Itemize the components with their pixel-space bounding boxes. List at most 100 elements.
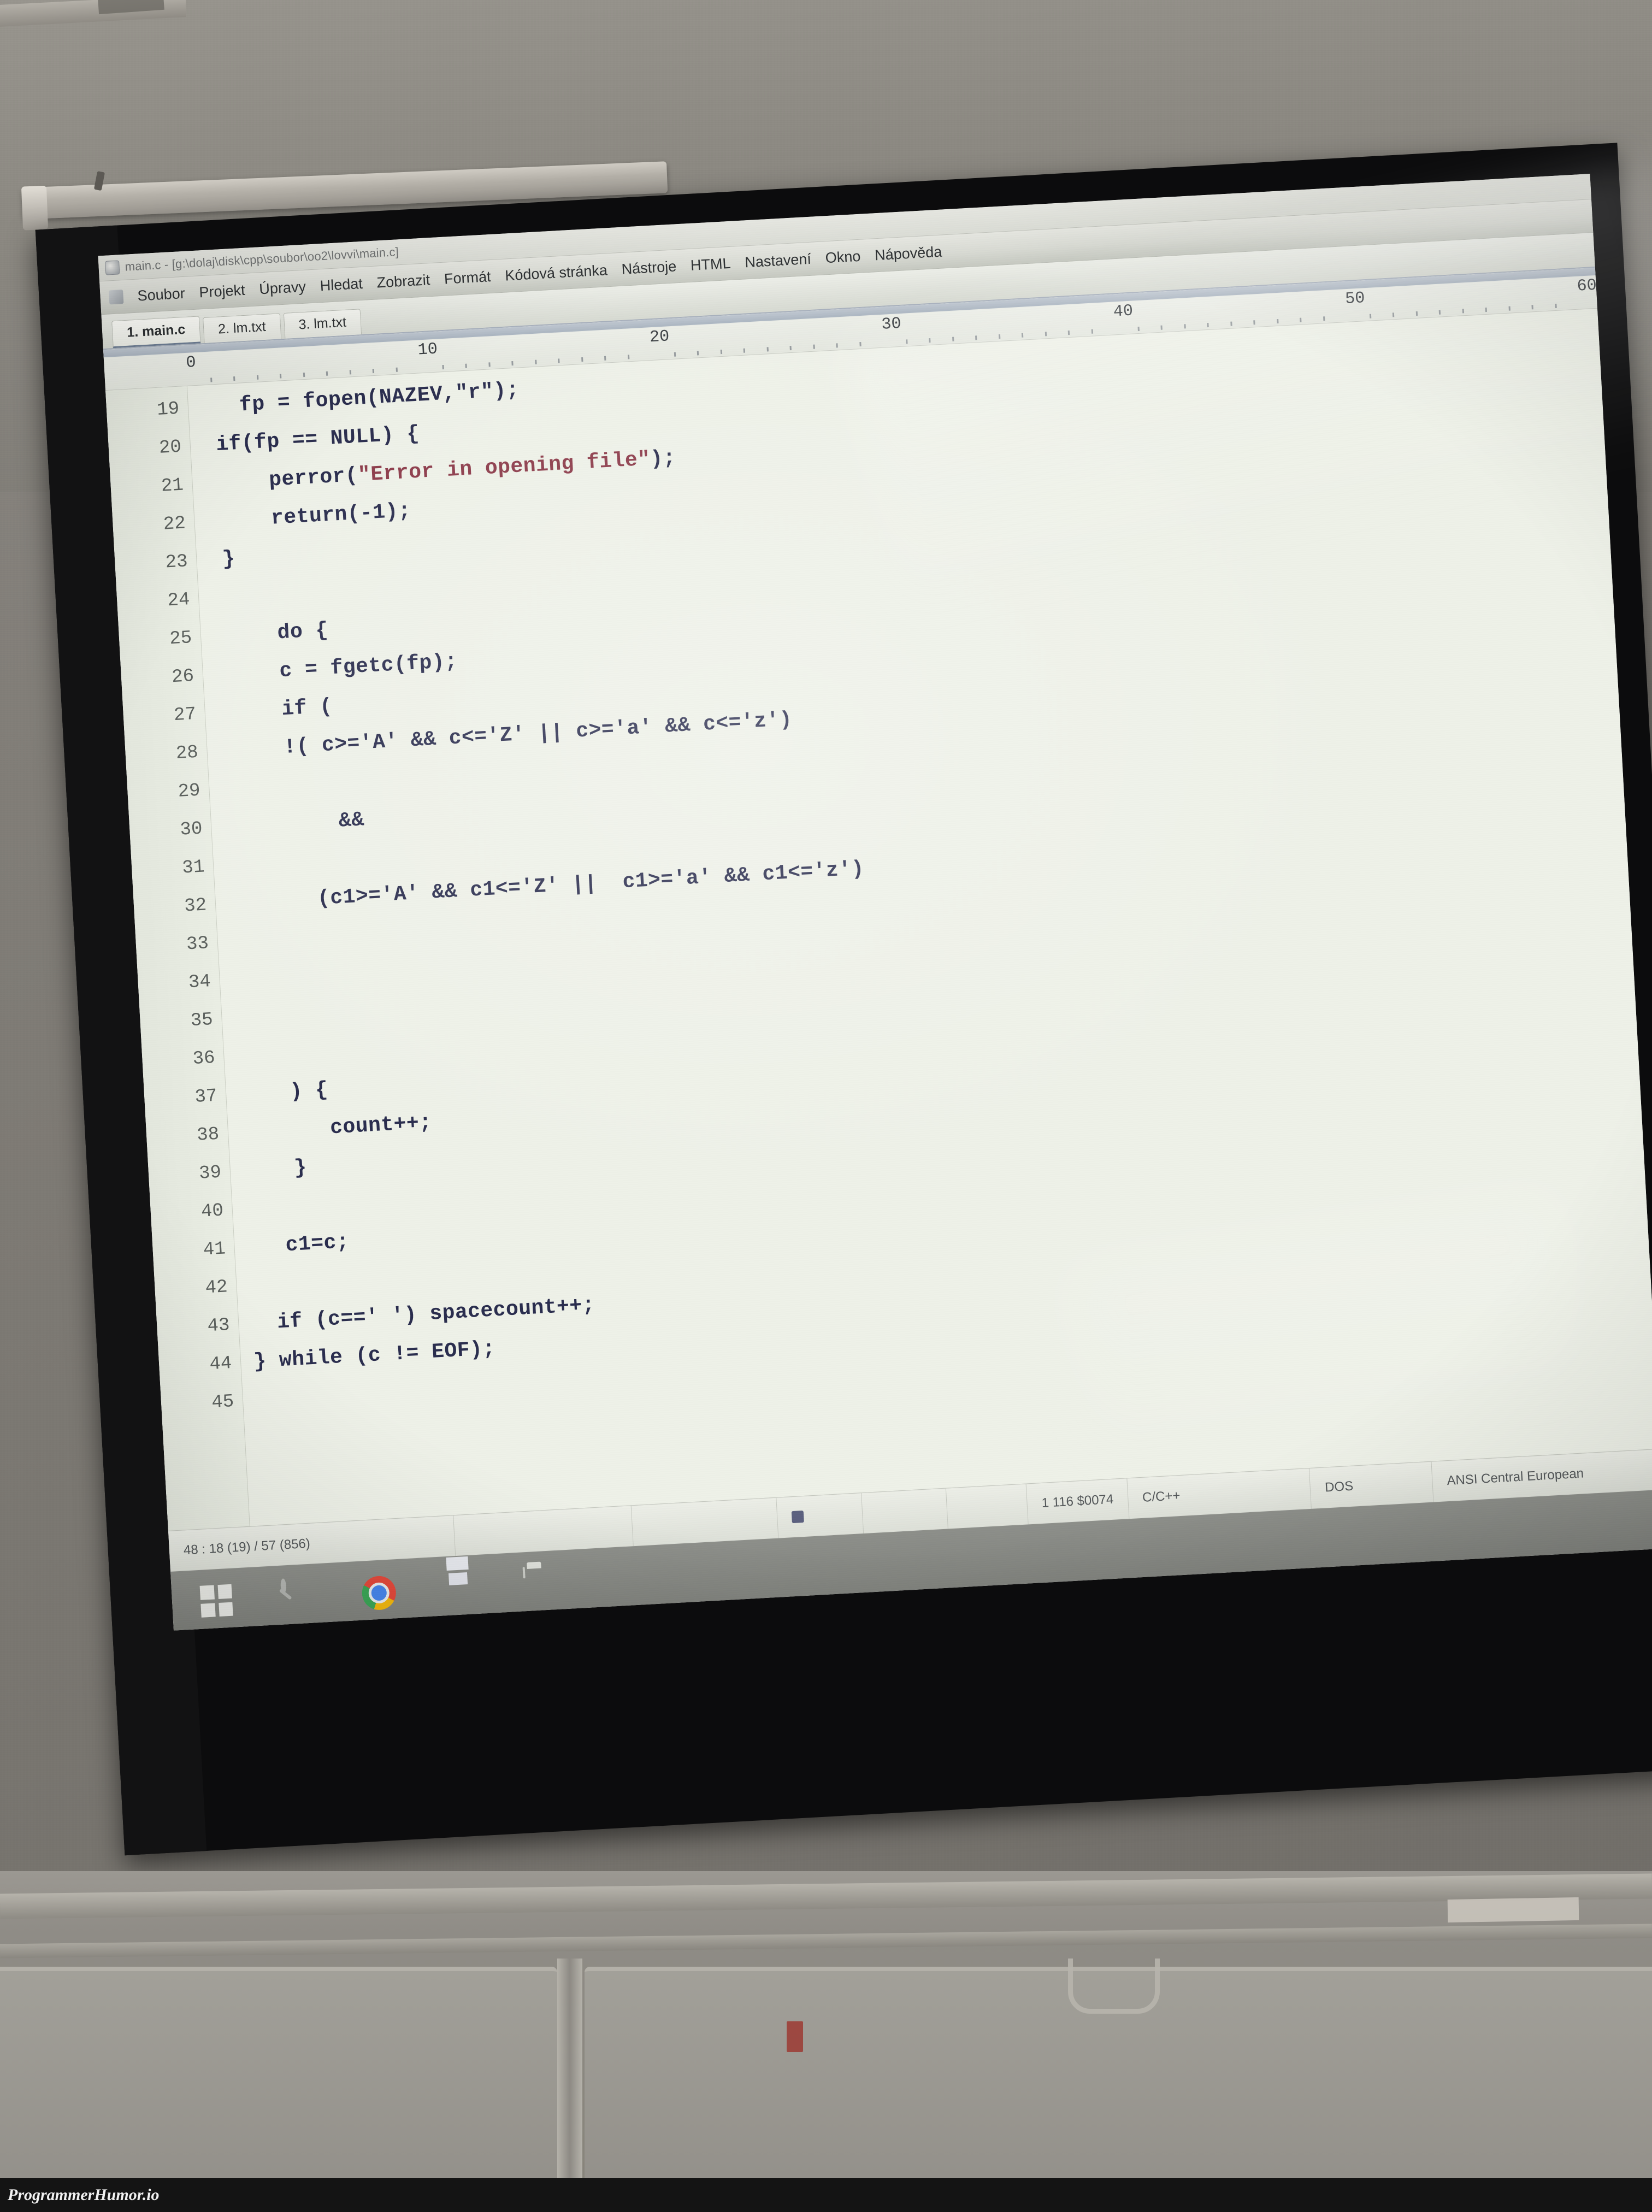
line-number: 21 [161, 475, 184, 497]
line-number: 39 [198, 1162, 222, 1184]
ruler-tick-mark [952, 337, 954, 341]
ruler-tick-mark [1392, 312, 1395, 317]
start-button[interactable] [199, 1584, 235, 1620]
windows-logo-icon [199, 1584, 233, 1618]
menu-item-zobrazit[interactable]: Zobrazit [376, 272, 430, 291]
ruler-tick-mark [975, 335, 977, 340]
menu-item-upravy[interactable]: Úpravy [259, 278, 306, 298]
code-text-area[interactable]: fp = fopen(NAZEV,"r"); if(fp == NULL) { … [187, 309, 1652, 1526]
menu-item-okno[interactable]: Okno [825, 247, 861, 267]
ruler-tick-mark [256, 375, 258, 380]
ruler-tick-mark [210, 377, 213, 382]
red-marker-tag [787, 2021, 803, 2052]
ruler-tick-mark [1021, 333, 1024, 338]
app-menu-icon[interactable] [109, 290, 124, 305]
line-number: 26 [171, 666, 195, 688]
ruler-tick-mark [1485, 307, 1487, 312]
ruler-tick-labels: 0 10 20 30 40 50 60 [186, 276, 1597, 386]
ruler-tick-mark [465, 363, 467, 368]
ruler-tick-mark [279, 374, 282, 379]
search-button[interactable] [280, 1578, 316, 1615]
modified-icon [792, 1510, 805, 1524]
ruler-tick-30: 30 [881, 314, 902, 334]
photograph-of-projector-screen: main.c - [g:\dolaj\disk\cpp\soubor\oo2\l… [0, 0, 1652, 2212]
ruler-tick-mark [697, 351, 699, 356]
ruler-tick-mark [511, 361, 514, 366]
projected-desktop: main.c - [g:\dolaj\disk\cpp\soubor\oo2\l… [98, 174, 1652, 1631]
menu-item-napoveda[interactable]: Nápověda [874, 243, 942, 264]
shield-icon [604, 1570, 638, 1582]
ruler-tick-mark [488, 362, 491, 367]
ruler-tick-60: 60 [1576, 276, 1597, 296]
ruler-tick-mark [233, 376, 235, 381]
line-number: 19 [156, 398, 180, 421]
line-number: 38 [196, 1124, 220, 1146]
line-number: 32 [184, 895, 208, 917]
ruler-tick-mark [1462, 309, 1464, 314]
line-number: 20 [158, 436, 182, 459]
ruler-tick-mark [812, 344, 815, 349]
ruler-tick-mark [1369, 314, 1371, 318]
tab-lm-txt-2[interactable]: 2. lm.txt [203, 313, 281, 344]
ruler-tick-mark [326, 371, 328, 376]
status-slot-c [861, 1488, 949, 1533]
ruler-tick-mark [1508, 306, 1511, 311]
menu-item-kodova-stranka[interactable]: Kódová stránka [505, 262, 608, 284]
line-number: 27 [173, 704, 197, 727]
tab-lm-txt-3[interactable]: 3. lm.txt [283, 309, 362, 339]
ruler-tick-40: 40 [1113, 302, 1134, 322]
projector-screen-assembly: main.c - [g:\dolaj\disk\cpp\soubor\oo2\l… [21, 143, 1652, 1877]
line-number: 30 [179, 818, 203, 841]
menu-item-html[interactable]: HTML [690, 255, 731, 274]
ruler-tick-mark [1160, 325, 1163, 330]
line-number: 23 [164, 551, 188, 574]
ruler-tick-mark [1276, 318, 1279, 324]
menu-item-projekt[interactable]: Projekt [199, 281, 246, 301]
ruler-tick-mark [581, 357, 583, 362]
cabinet-divider [557, 1959, 582, 2212]
menu-item-format[interactable]: Formát [444, 268, 491, 288]
menu-item-nastroje[interactable]: Nástroje [621, 258, 677, 278]
security-button[interactable] [603, 1562, 639, 1597]
status-line-ending: DOS [1309, 1461, 1434, 1509]
ruler-tick-mark [905, 339, 908, 344]
chrome-icon [361, 1575, 397, 1611]
ruler-tick-mark [674, 352, 676, 357]
tab-main-c[interactable]: 1. main.c [111, 316, 201, 349]
ruler-tick-mark [789, 345, 792, 351]
wall-hook [1068, 1959, 1160, 2014]
ruler-tick-mark [743, 348, 746, 353]
ruler-tick-mark [1415, 311, 1418, 316]
line-number: 41 [202, 1238, 226, 1261]
ruler-tick-mark [1045, 332, 1047, 337]
explorer-button[interactable] [522, 1566, 558, 1602]
pspad-icon [105, 260, 120, 275]
folder-icon [522, 1567, 526, 1579]
ruler-tick-mark [627, 355, 629, 359]
line-number: 28 [175, 742, 199, 764]
chrome-button[interactable] [361, 1575, 397, 1611]
ruler-tick-mark [1554, 303, 1557, 309]
line-number: 22 [162, 513, 186, 535]
ruler-tick-mark [441, 365, 444, 370]
screen-roller-cap [21, 185, 49, 231]
line-number: 37 [194, 1086, 218, 1108]
menu-item-hledat[interactable]: Hledat [320, 275, 363, 294]
search-icon [280, 1578, 287, 1594]
menu-item-nastaveni[interactable]: Nastavení [745, 250, 812, 271]
ruler-tick-mark [349, 370, 351, 375]
ruler-tick-mark [1323, 316, 1325, 321]
ruler-tick-mark [836, 343, 838, 348]
ruler-tick-mark [1091, 329, 1093, 334]
line-number: 43 [206, 1315, 231, 1337]
ruler-tick-mark [1207, 322, 1209, 328]
status-char-position: 1 116 $0074 [1026, 1478, 1130, 1525]
ruler-tick-mark [998, 334, 1000, 339]
ruler-tick-mark [1300, 317, 1302, 322]
ruler-tick-mark [534, 359, 537, 364]
ruler-tick-20: 20 [649, 327, 670, 347]
code-editor[interactable]: 19 20 21 22 23 24 25 26 27 28 29 30 31 32 33 34 35 36 37 38… [105, 308, 1652, 1531]
menu-item-soubor[interactable]: Soubor [137, 285, 186, 304]
line-number: 35 [190, 1010, 214, 1032]
pspad-button[interactable] [442, 1571, 477, 1606]
